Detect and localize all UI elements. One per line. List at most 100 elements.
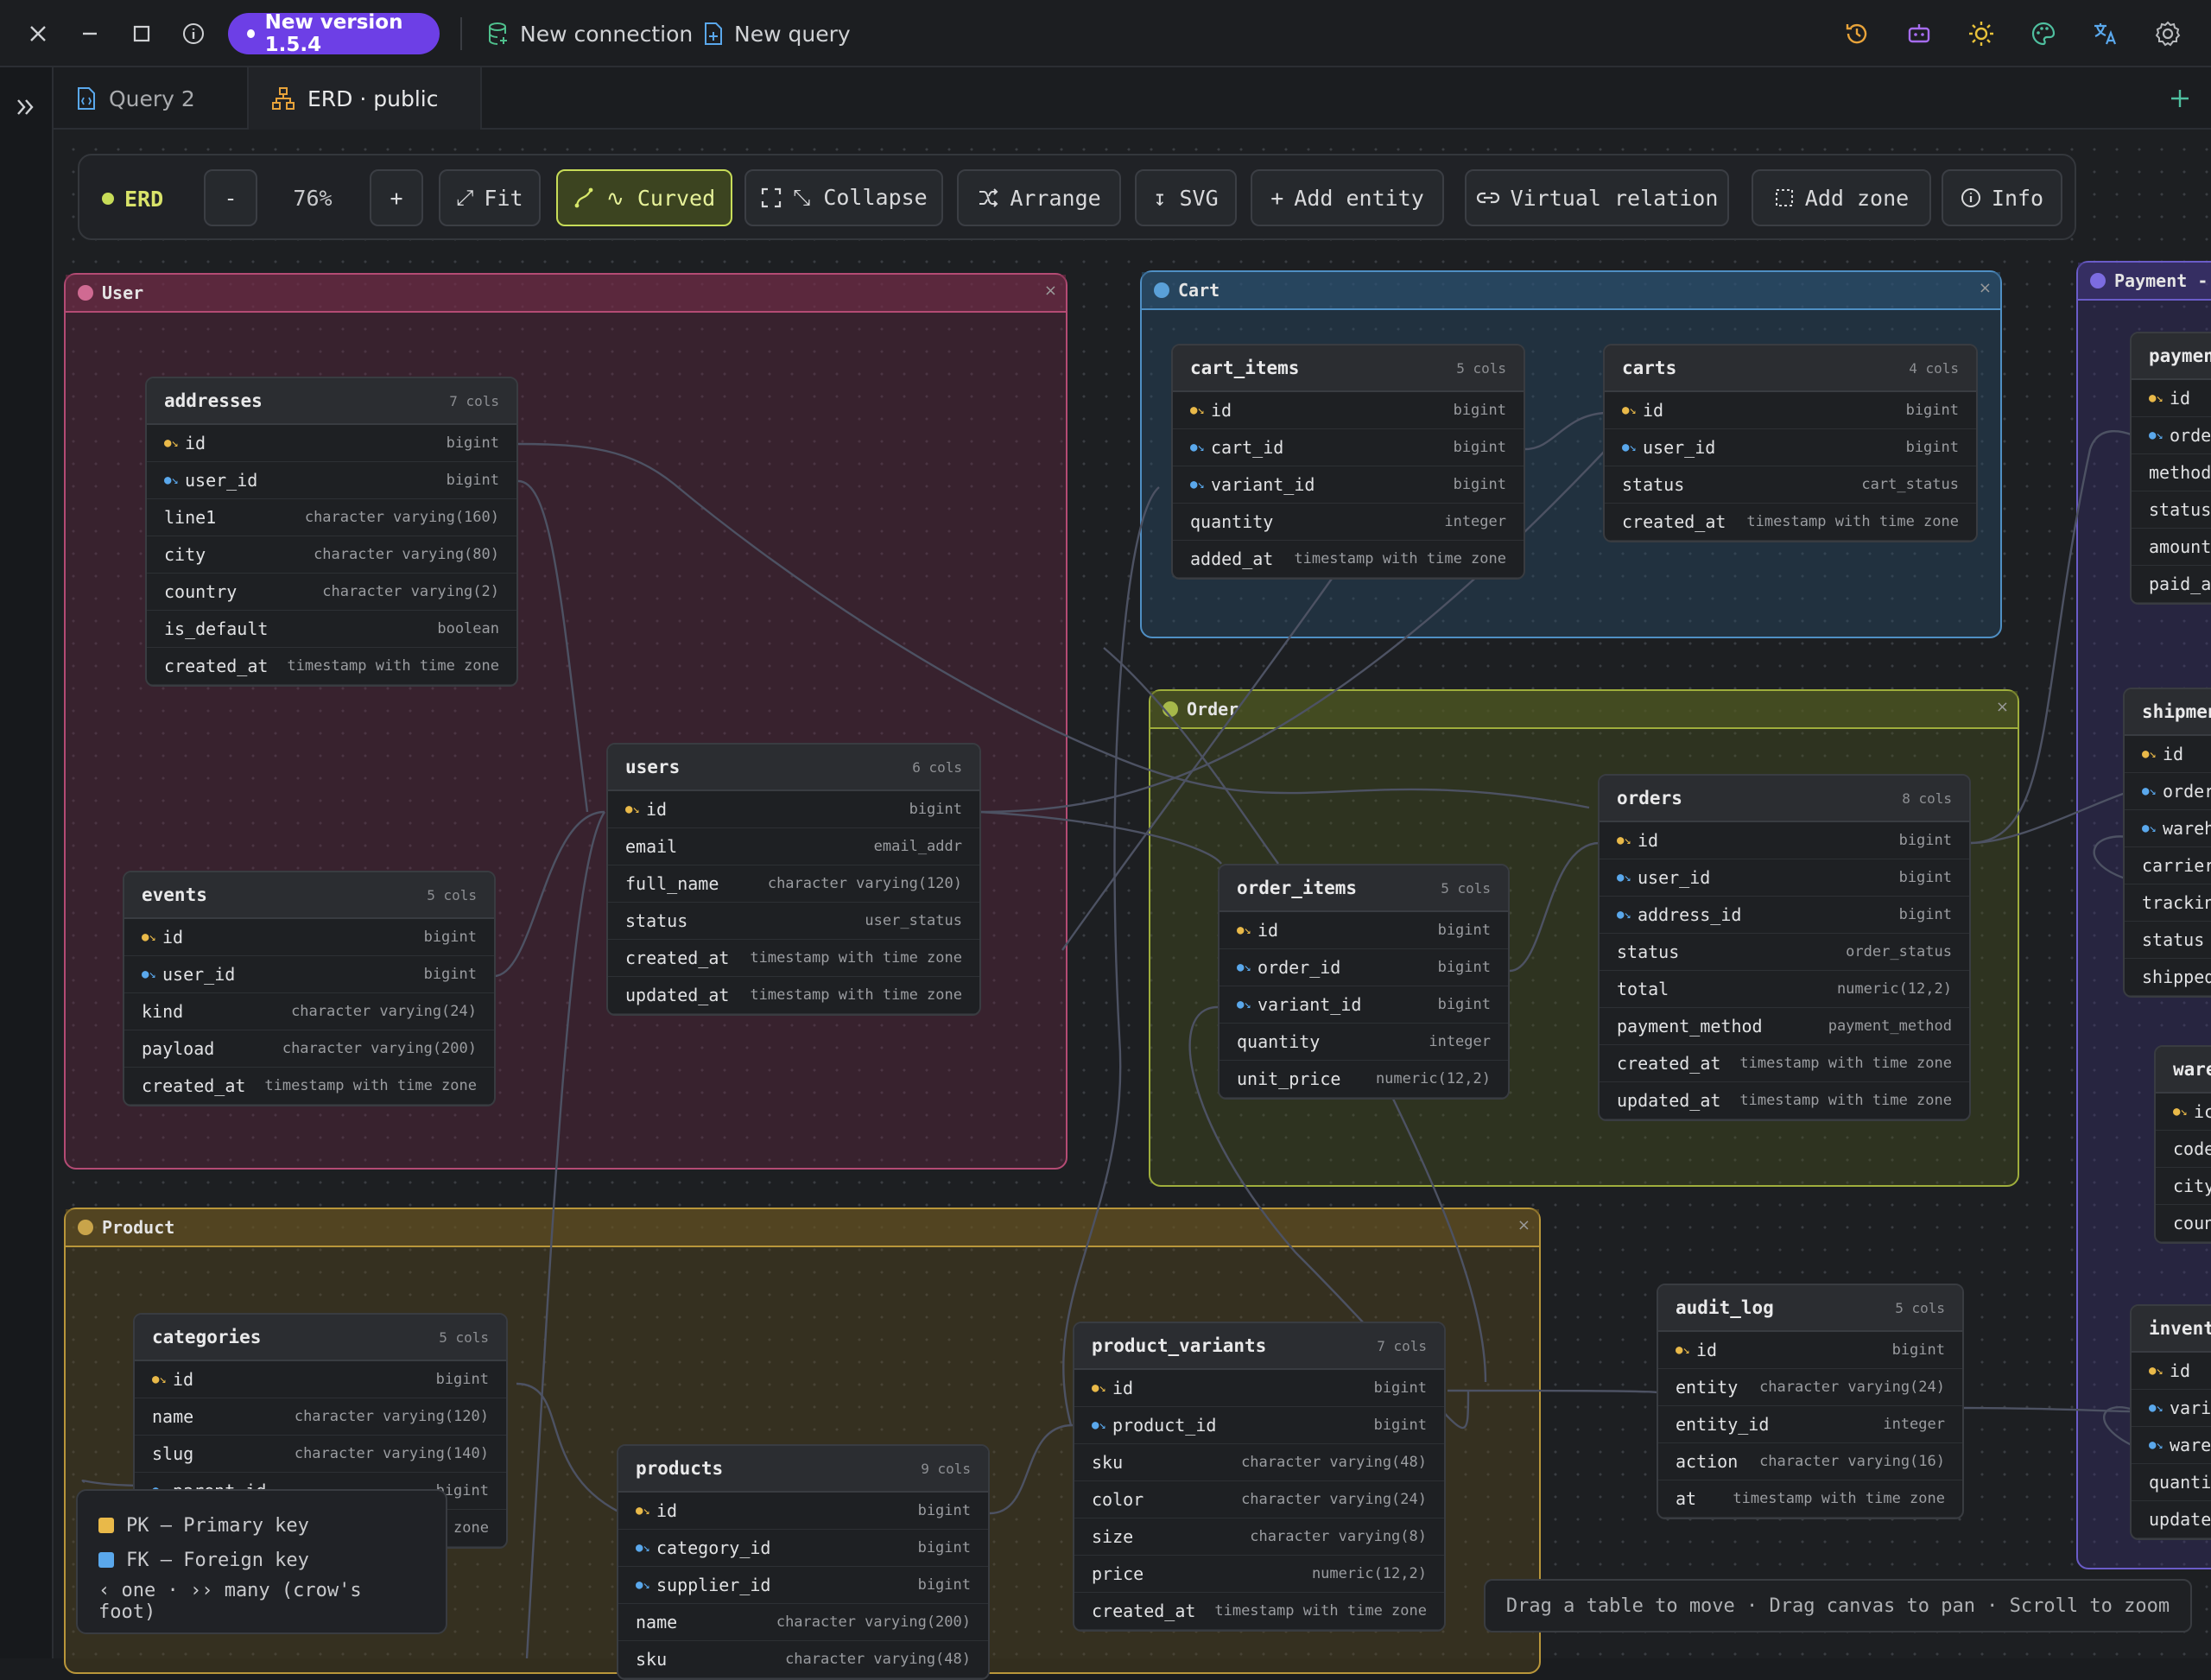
column-row[interactable]: ●↘ wareh xyxy=(2125,810,2211,847)
column-row[interactable]: ●↘ id bigint xyxy=(1074,1370,1444,1407)
column-row[interactable]: city character varying(80) xyxy=(147,536,516,574)
column-row[interactable]: created_at timestamp with time zone xyxy=(1074,1593,1444,1630)
column-row[interactable]: status xyxy=(2132,491,2211,529)
column-row[interactable]: updated_at timestamp with time zone xyxy=(608,977,979,1014)
table-header[interactable]: orders 8 cols xyxy=(1600,776,1969,822)
column-row[interactable]: action character varying(16) xyxy=(1658,1443,1962,1480)
column-row[interactable]: at timestamp with time zone xyxy=(1658,1480,1962,1518)
column-row[interactable]: ●↘ id xyxy=(2125,736,2211,773)
column-row[interactable]: ●↘ id bigint xyxy=(608,791,979,828)
column-row[interactable]: created_at timestamp with time zone xyxy=(608,940,979,977)
column-row[interactable]: ●↘ user_id bigint xyxy=(147,462,516,499)
maximize-icon[interactable] xyxy=(128,20,155,48)
column-row[interactable]: shipped xyxy=(2125,959,2211,996)
collapse-button[interactable]: ⤡ Collapse xyxy=(744,169,943,226)
table-inventory[interactable]: invent ●↘ id ●↘ varia ●↘ wareh quantit update xyxy=(2130,1304,2211,1540)
column-row[interactable]: entity_id integer xyxy=(1658,1406,1962,1443)
add-entity-button[interactable]: + Add entity xyxy=(1251,169,1444,226)
column-row[interactable]: ●↘ cart_id bigint xyxy=(1173,429,1524,466)
new-connection-button[interactable]: New connection xyxy=(487,17,693,50)
table-products[interactable]: products 9 cols ●↘ id bigint ●↘ category_id big… xyxy=(617,1444,990,1680)
column-row[interactable]: ●↘ id xyxy=(2132,380,2211,417)
virtual-relation-button[interactable]: Virtual relation xyxy=(1465,169,1729,226)
table-orders[interactable]: orders 8 cols ●↘ id bigint ●↘ user_id bigint ●↘ a… xyxy=(1598,774,1971,1121)
column-row[interactable]: status order_status xyxy=(1600,934,1969,971)
table-header[interactable]: paymen xyxy=(2132,333,2211,380)
column-row[interactable]: ●↘ id bigint xyxy=(135,1361,506,1398)
column-row[interactable]: ●↘ orde xyxy=(2132,417,2211,454)
column-row[interactable]: ●↘ order xyxy=(2125,773,2211,810)
column-row[interactable]: ●↘ id bigint xyxy=(618,1493,988,1530)
column-row[interactable]: ●↘ varia xyxy=(2132,1390,2211,1427)
column-row[interactable]: ●↘ user_id bigint xyxy=(1605,429,1976,466)
new-version-badge[interactable]: New version 1.5.4 xyxy=(228,11,440,56)
column-row[interactable]: ●↘ ic xyxy=(2156,1094,2211,1131)
sun-icon[interactable] xyxy=(1967,20,1995,48)
column-row[interactable]: created_at timestamp with time zone xyxy=(1605,504,1976,541)
column-row[interactable]: update xyxy=(2132,1501,2211,1538)
column-row[interactable]: status cart_status xyxy=(1605,466,1976,504)
zoom-in-button[interactable]: + xyxy=(370,169,423,226)
column-row[interactable]: ●↘ variant_id bigint xyxy=(1220,986,1508,1024)
info-button[interactable]: Info xyxy=(1942,169,2062,226)
table-payments[interactable]: paymen ●↘ id ●↘ orde method status amount paid_a xyxy=(2130,332,2211,605)
column-row[interactable]: ●↘ user_id bigint xyxy=(124,956,494,993)
column-row[interactable]: sku character varying(48) xyxy=(1074,1444,1444,1481)
column-row[interactable]: sku character varying(48) xyxy=(618,1641,988,1678)
arrange-button[interactable]: Arrange xyxy=(957,169,1121,226)
column-row[interactable]: is_default boolean xyxy=(147,611,516,648)
column-row[interactable]: entity character varying(24) xyxy=(1658,1369,1962,1406)
table-header[interactable]: ware xyxy=(2156,1047,2211,1094)
table-order-items[interactable]: order_items 5 cols ●↘ id bigint ●↘ order_id big… xyxy=(1218,864,1510,1100)
history-icon[interactable] xyxy=(1843,20,1871,48)
zone-close-icon[interactable]: × xyxy=(1044,282,1057,300)
column-row[interactable]: ●↘ id bigint xyxy=(1173,392,1524,429)
column-row[interactable]: ●↘ category_id bigint xyxy=(618,1530,988,1567)
column-row[interactable]: payment_method payment_method xyxy=(1600,1008,1969,1045)
column-row[interactable]: paid_a xyxy=(2132,566,2211,603)
column-row[interactable]: quantit xyxy=(2132,1464,2211,1501)
column-row[interactable]: ●↘ supplier_id bigint xyxy=(618,1567,988,1604)
column-row[interactable]: created_at timestamp with time zone xyxy=(1600,1045,1969,1082)
expand-sidebar-icon[interactable] xyxy=(12,93,40,121)
column-row[interactable]: name character varying(200) xyxy=(618,1604,988,1641)
column-row[interactable]: carrier xyxy=(2125,847,2211,884)
tab-erd-public[interactable]: ERD · public xyxy=(249,67,482,130)
table-users[interactable]: users 6 cols ●↘ id bigint email email_addr full… xyxy=(606,743,981,1016)
column-row[interactable]: ●↘ id bigint xyxy=(1658,1332,1962,1369)
zone-close-icon[interactable]: × xyxy=(1517,1216,1530,1234)
column-row[interactable]: ●↘ address_id bigint xyxy=(1600,897,1969,934)
column-row[interactable]: method xyxy=(2132,454,2211,491)
column-row[interactable]: ●↘ order_id bigint xyxy=(1220,949,1508,986)
table-audit-log[interactable]: audit_log 5 cols ●↘ id bigint entity character… xyxy=(1657,1284,1964,1519)
table-carts[interactable]: carts 4 cols ●↘ id bigint ●↘ user_id bigint stat… xyxy=(1603,344,1978,542)
column-row[interactable]: created_at timestamp with time zone xyxy=(147,648,516,685)
column-row[interactable]: updated_at timestamp with time zone xyxy=(1600,1082,1969,1119)
column-row[interactable]: slug character varying(140) xyxy=(135,1436,506,1473)
column-row[interactable]: payload character varying(200) xyxy=(124,1030,494,1068)
robot-icon[interactable] xyxy=(1905,20,1933,48)
column-row[interactable]: ●↘ variant_id bigint xyxy=(1173,466,1524,504)
add-tab-icon[interactable] xyxy=(2166,85,2194,112)
table-header[interactable]: addresses 7 cols xyxy=(147,378,516,425)
table-header[interactable]: product_variants 7 cols xyxy=(1074,1323,1444,1370)
column-row[interactable]: ●↘ wareh xyxy=(2132,1427,2211,1464)
column-row[interactable]: email email_addr xyxy=(608,828,979,865)
table-header[interactable]: users 6 cols xyxy=(608,745,979,791)
column-row[interactable]: ●↘ id bigint xyxy=(124,919,494,956)
column-row[interactable]: country character varying(2) xyxy=(147,574,516,611)
column-row[interactable]: created_at timestamp with time zone xyxy=(124,1068,494,1105)
export-svg-button[interactable]: ↧ SVG xyxy=(1135,169,1237,226)
column-row[interactable]: ●↘ id bigint xyxy=(1600,822,1969,859)
table-addresses[interactable]: addresses 7 cols ●↘ id bigint ●↘ user_id bigint… xyxy=(145,377,518,687)
table-warehouses[interactable]: ware ●↘ ic code city coun xyxy=(2154,1045,2211,1244)
table-header[interactable]: carts 4 cols xyxy=(1605,346,1976,392)
column-row[interactable]: quantity integer xyxy=(1173,504,1524,541)
column-row[interactable]: city xyxy=(2156,1168,2211,1205)
table-header[interactable]: invent xyxy=(2132,1306,2211,1353)
table-header[interactable]: audit_log 5 cols xyxy=(1658,1285,1962,1332)
column-row[interactable]: ●↘ id xyxy=(2132,1353,2211,1390)
column-row[interactable]: color character varying(24) xyxy=(1074,1481,1444,1518)
column-row[interactable]: status user_status xyxy=(608,903,979,940)
column-row[interactable]: coun xyxy=(2156,1205,2211,1242)
